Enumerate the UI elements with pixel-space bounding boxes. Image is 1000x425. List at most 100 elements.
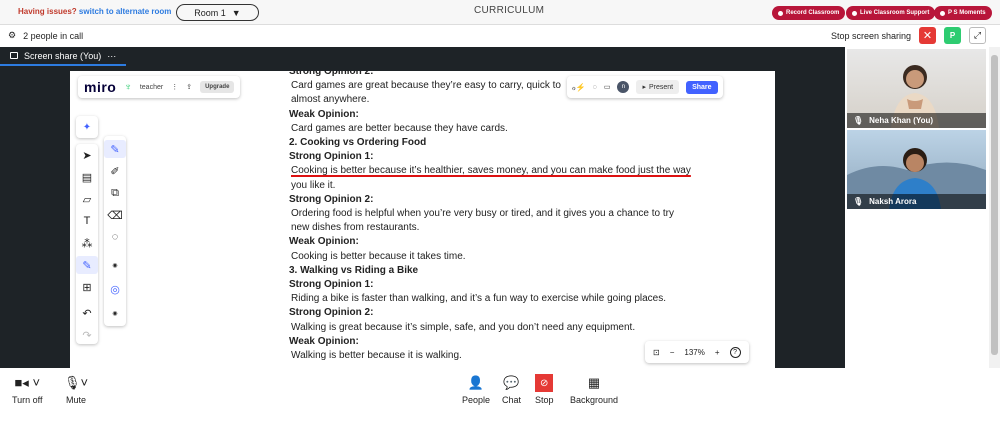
expand-icon[interactable]: ⤢ [969, 27, 986, 44]
upgrade-button[interactable]: Upgrade [200, 81, 235, 93]
microphone-icon: 🎙˅ [64, 375, 89, 390]
undo-icon[interactable]: ↶ [76, 304, 98, 322]
smart-draw-icon[interactable]: ⧉ [104, 184, 126, 202]
select-icon[interactable]: ➤ [76, 146, 98, 164]
call-controls: ■◂ ˅ Turn off 🎙˅ Mute 👤 People 💬 Chat ⊘ … [0, 368, 1000, 425]
record-classroom-button[interactable]: Record Classroom [772, 6, 846, 20]
live-support-button[interactable]: Live Classroom Support [846, 6, 936, 20]
ai-sparkle-icon[interactable]: ✦ [76, 116, 98, 138]
background-icon: ▦ [587, 375, 601, 390]
room-label: Room 1 [194, 7, 226, 18]
document-text: Strong Opinion 2: Card games are great be… [289, 71, 769, 363]
doc-heading: Weak Opinion: [289, 108, 359, 120]
record-icon [778, 10, 783, 16]
highlighter-icon[interactable]: ✐ [104, 162, 126, 180]
share-button[interactable]: Share [686, 80, 718, 94]
pen-icon[interactable]: ✎ [76, 256, 98, 274]
chat-label: Chat [502, 395, 522, 405]
chat-button[interactable]: 💬 Chat [502, 374, 521, 405]
stroke-large-icon[interactable]: ◉ [104, 304, 126, 322]
sticky-note-icon[interactable]: ▱ [76, 190, 98, 208]
participant-badge[interactable]: P [944, 27, 961, 44]
present-label: Present [648, 83, 674, 91]
doc-line: Cooking is better because it’s healthier… [291, 165, 691, 177]
stop-share-label: Stop screen sharing [830, 30, 911, 41]
reactions-icon[interactable]: ℴ⚡ [572, 83, 586, 92]
participant-tile[interactable]: 🎙 Neha Khan (You) [847, 49, 986, 128]
redo-icon[interactable]: ↷ [76, 326, 98, 344]
video-icon[interactable]: ▭ [604, 83, 611, 91]
mic-icon: 🎙 [853, 116, 864, 125]
participant-name: Naksh Arora [869, 197, 917, 206]
doc-line: Ordering food is helpful when you’re ver… [291, 208, 674, 220]
lasso-icon[interactable]: ◌ [104, 228, 126, 246]
play-icon: ▸ [642, 84, 646, 91]
participant-name-bar: 🎙 Naksh Arora [847, 194, 986, 209]
scrollbar-thumb[interactable] [991, 55, 998, 355]
chat-icon: 💬 [503, 375, 520, 390]
people-button[interactable]: 👤 People [462, 374, 490, 405]
mute-button[interactable]: 🎙˅ Mute [64, 374, 88, 405]
camera-button[interactable]: ■◂ ˅ Turn off [12, 374, 43, 405]
doc-heading: 2. Cooking vs Ordering Food [289, 137, 427, 149]
upload-icon[interactable]: ⇪ [186, 83, 192, 91]
participant-name: Neha Khan (You) [869, 116, 934, 125]
doc-heading: Weak Opinion: [289, 236, 359, 248]
board-icon: ♆ [124, 81, 132, 93]
miro-board[interactable]: Strong Opinion 2: Card games are great be… [70, 71, 775, 368]
background-label: Background [570, 395, 619, 405]
doc-line: you like it. [291, 179, 336, 191]
stop-share-button[interactable]: ✕ [919, 27, 936, 44]
stroke-small-icon[interactable]: ◉ [104, 256, 126, 274]
zoom-level: 137% [684, 347, 705, 357]
help-icon[interactable]: ? [729, 346, 741, 358]
participant-tile[interactable]: 🎙 Naksh Arora [847, 130, 986, 209]
moments-icon [940, 10, 945, 16]
room-selector[interactable]: Room 1 ▼ [176, 4, 259, 21]
stop-share-icon: ⊘ [535, 374, 554, 392]
tool-column: ➤ ▤ ▱ T ⁂ ✎ ⊞ ↶ ↷ [76, 144, 98, 344]
live-support-label: Live Classroom Support [860, 10, 930, 16]
stroke-medium-icon[interactable]: ◎ [104, 280, 126, 298]
avatar[interactable]: n [617, 81, 630, 93]
present-button[interactable]: ▸ Present [636, 80, 680, 94]
doc-line: Walking is great because it’s simple, sa… [291, 321, 636, 333]
record-classroom-label: Record Classroom [786, 10, 840, 16]
pen-options: ✎ ✐ ⧉ ⌫ ◌ ◉ ◎ ◉ [104, 136, 126, 326]
people-count-text: 2 people in call [23, 30, 84, 41]
participant-tiles: 🎙 Neha Khan (You) 🎙 Naksh Arora [845, 47, 988, 368]
background-button[interactable]: ▦ Background [570, 374, 618, 405]
more-icon[interactable]: ··· [107, 51, 116, 61]
people-icon: 👤 [467, 375, 485, 390]
camera-label: Turn off [12, 395, 43, 405]
support-icon [852, 10, 857, 16]
text-icon[interactable]: T [76, 212, 98, 230]
call-bar: ⚙ 2 people in call Stop screen sharing ✕… [0, 25, 1000, 46]
board-name[interactable]: teacher [140, 84, 163, 91]
shapes-icon[interactable]: ⁂ [76, 234, 98, 252]
doc-heading: Strong Opinion 1: [289, 151, 374, 163]
more-icon[interactable]: ⋮ [171, 83, 178, 91]
doc-line: Card games are better because they have … [291, 122, 508, 134]
eraser-icon[interactable]: ⌫ [104, 206, 126, 224]
screen-share-tab[interactable]: Screen share (You) ··· [0, 47, 127, 66]
doc-line: Cooking is better because it takes time. [291, 250, 466, 262]
switch-room-link[interactable]: switch to alternate room [79, 7, 171, 16]
fit-icon[interactable]: ⊡ [653, 348, 660, 357]
people-label: People [462, 395, 491, 405]
issue-text: Having issues? [18, 7, 77, 16]
add-icon[interactable]: ⊞ [76, 278, 98, 296]
chevron-down-icon: ▼ [231, 7, 241, 18]
ps-moments-label: P S Moments [948, 10, 986, 16]
frame-icon[interactable]: ▤ [76, 168, 98, 186]
zoom-out-button[interactable]: − [670, 348, 675, 357]
stop-share-control[interactable]: ⊘ Stop [535, 374, 554, 405]
doc-heading: Strong Opinion 2: [289, 193, 374, 205]
collab-toolbar: ℴ⚡ ◌ ▭ n ▸ Present Share [567, 76, 723, 98]
pen-tool-icon[interactable]: ✎ [104, 140, 126, 158]
ps-moments-button[interactable]: P S Moments [934, 6, 992, 20]
zoom-in-button[interactable]: + [715, 348, 720, 357]
comment-icon[interactable]: ◌ [593, 84, 597, 91]
gear-icon[interactable]: ⚙ [8, 30, 16, 41]
scrollbar[interactable] [989, 47, 1000, 368]
